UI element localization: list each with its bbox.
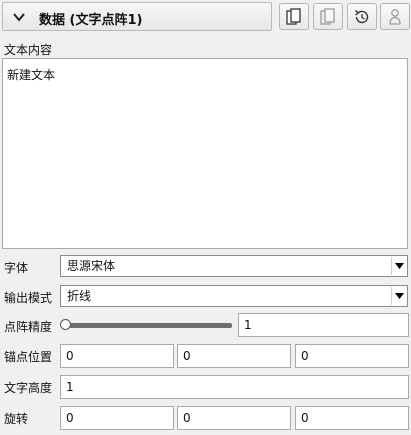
- rotation-z-value: 0: [301, 411, 309, 425]
- rotation-x-value: 0: [66, 411, 74, 425]
- output-mode-select[interactable]: 折线: [60, 285, 408, 307]
- rotation-y-value: 0: [183, 411, 191, 425]
- chevron-down-icon[interactable]: [12, 11, 26, 23]
- precision-slider-thumb[interactable]: [60, 319, 71, 330]
- dropdown-arrow-icon: [391, 257, 406, 275]
- precision-slider-track[interactable]: [63, 323, 232, 328]
- paste-icon: [320, 7, 335, 25]
- precision-label: 点阵精度: [4, 320, 53, 334]
- copy-button[interactable]: [279, 3, 309, 30]
- font-select[interactable]: 思源宋体: [60, 255, 408, 277]
- text-content-value: 新建文本: [7, 68, 56, 82]
- anchor-y-value: 0: [183, 349, 191, 363]
- section-title: 数据 (文字点阵1): [39, 13, 143, 28]
- rotation-z-input[interactable]: 0: [295, 406, 409, 430]
- precision-value: 1: [244, 318, 252, 332]
- font-label: 字体: [4, 261, 29, 275]
- text-height-label: 文字高度: [4, 381, 53, 395]
- font-select-value: 思源宋体: [67, 259, 116, 273]
- rotation-y-input[interactable]: 0: [177, 406, 291, 430]
- rotation-label: 旋转: [4, 412, 29, 426]
- anchor-z-value: 0: [301, 349, 309, 363]
- user-button[interactable]: [380, 3, 410, 30]
- reset-button[interactable]: [347, 3, 377, 30]
- anchor-y-input[interactable]: 0: [177, 344, 291, 368]
- reset-icon: [355, 9, 369, 23]
- anchor-z-input[interactable]: 0: [295, 344, 409, 368]
- output-mode-value: 折线: [67, 289, 92, 303]
- rotation-x-input[interactable]: 0: [60, 406, 174, 430]
- anchor-x-input[interactable]: 0: [60, 344, 174, 368]
- output-mode-label: 输出模式: [4, 291, 53, 305]
- user-icon: [389, 8, 401, 25]
- dropdown-arrow-icon: [391, 287, 406, 305]
- text-height-input[interactable]: 1: [60, 375, 409, 399]
- section-header[interactable]: 数据 (文字点阵1): [2, 2, 272, 31]
- anchor-label: 锚点位置: [4, 350, 53, 364]
- precision-input[interactable]: 1: [238, 313, 409, 337]
- anchor-x-value: 0: [66, 349, 74, 363]
- text-content-label: 文本内容: [4, 43, 53, 57]
- text-content-textarea[interactable]: 新建文本: [2, 58, 408, 249]
- paste-button[interactable]: [313, 3, 343, 30]
- text-height-value: 1: [66, 380, 74, 394]
- copy-icon: [286, 7, 301, 25]
